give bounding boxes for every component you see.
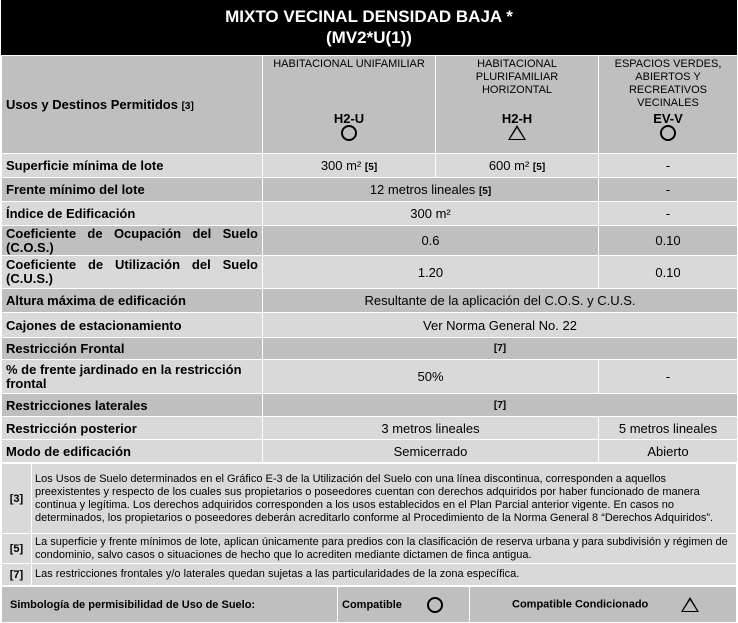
- row-label: Superficie mínima de lote: [1, 153, 263, 178]
- footnote-key: [5]: [1, 533, 32, 564]
- column-ev-v: ESPACIOS VERDES, ABIERTOS Y RECREATIVOS …: [598, 55, 738, 154]
- row-label: Altura máxima de edificación: [1, 288, 263, 313]
- conditioned-triangle-icon: [681, 597, 700, 612]
- compatible-circle-icon: [341, 125, 357, 141]
- table-row: Frente mínimo del lote 12 metros lineale…: [1, 177, 738, 202]
- footnote-key: [7]: [1, 563, 32, 586]
- compatible-circle-icon: [426, 596, 443, 613]
- column-h2-u: HABITACIONAL UNIFAMILIAR H2-U: [262, 55, 436, 154]
- title-line-1: MIXTO VECINAL DENSIDAD BAJA *: [225, 7, 513, 26]
- conditioned-triangle-icon: [508, 125, 526, 140]
- footnotes: [3] Los Usos de Suelo determinados en el…: [1, 463, 737, 586]
- legend: Simbología de permisibilidad de Uso de S…: [1, 586, 737, 623]
- zoning-table: MIXTO VECINAL DENSIDAD BAJA * (MV2*U(1))…: [1, 0, 738, 623]
- row-label: % de frente jardinado en la restricción …: [1, 359, 263, 394]
- cell: 1.20: [262, 255, 599, 289]
- row-label: Cajones de estacionamiento: [1, 312, 263, 338]
- footnote: [7] Las restricciones frontales y/o late…: [1, 563, 737, 586]
- cell: 50%: [262, 359, 599, 394]
- row-label: Coeficiente de Ocupación del Suelo (C.O.…: [1, 225, 263, 256]
- footnote-text: La superficie y frente mínimos de lote, …: [31, 533, 737, 564]
- row-label: Restricción Frontal: [1, 337, 263, 360]
- table-row: Cajones de estacionamiento Ver Norma Gen…: [1, 312, 738, 338]
- title-line-2: (MV2*U(1)): [326, 28, 412, 47]
- table-row: Superficie mínima de lote 300 m² [5] 600…: [1, 153, 738, 178]
- cell: Semicerrado: [262, 439, 599, 463]
- row-label: Modo de edificación: [1, 439, 263, 463]
- table-title: MIXTO VECINAL DENSIDAD BAJA * (MV2*U(1)): [1, 0, 737, 55]
- cell: 3 metros lineales: [262, 416, 599, 440]
- cell: 0.10: [598, 255, 738, 289]
- cell: 300 m² [5]: [262, 153, 436, 178]
- table-row: Altura máxima de edificación Resultante …: [1, 288, 738, 313]
- table-row: Coeficiente de Utilización del Suelo (C.…: [1, 255, 738, 289]
- cell: 5 metros lineales: [598, 416, 738, 440]
- cell: 600 m² [5]: [435, 153, 599, 178]
- table-row: Índice de Edificación 300 m² -: [1, 201, 738, 226]
- cell: Ver Norma General No. 22: [262, 312, 738, 338]
- row-label: Frente mínimo del lote: [1, 177, 263, 202]
- cell: 0.6: [262, 225, 599, 256]
- table-row: Restricciones laterales [7]: [1, 393, 738, 417]
- table-row: Restricción posterior 3 metros lineales …: [1, 416, 738, 440]
- compatible-circle-icon: [660, 125, 676, 141]
- zoning-parameters: Usos y Destinos Permitidos [3] HABITACIO…: [1, 55, 738, 463]
- column-h2-h: HABITACIONAL PLURIFAMILIAR HORIZONTAL H2…: [435, 55, 599, 154]
- row-label: Restricción posterior: [1, 416, 263, 440]
- footnote-key: [3]: [1, 463, 32, 534]
- cell: 0.10: [598, 225, 738, 256]
- legend-label: Simbología de permisibilidad de Uso de S…: [1, 586, 338, 623]
- cell: Abierto: [598, 439, 738, 463]
- cell: Resultante de la aplicación del C.O.S. y…: [262, 288, 738, 313]
- cell: -: [598, 153, 738, 178]
- cell: -: [598, 177, 738, 202]
- legend-compatible: Compatible: [337, 586, 470, 623]
- header-label: Usos y Destinos Permitidos [3]: [1, 55, 263, 154]
- footnote-text: Los Usos de Suelo determinados en el Grá…: [31, 463, 737, 534]
- cell: 12 metros lineales [5]: [262, 177, 599, 202]
- cell: 300 m²: [262, 201, 599, 226]
- legend-conditioned: Compatible Condicionado: [469, 586, 737, 623]
- cell: [7]: [262, 337, 738, 360]
- table-row: % de frente jardinado en la restricción …: [1, 359, 738, 394]
- footnote: [3] Los Usos de Suelo determinados en el…: [1, 463, 737, 534]
- row-label: Coeficiente de Utilización del Suelo (C.…: [1, 255, 263, 289]
- table-row: Restricción Frontal [7]: [1, 337, 738, 360]
- cell: -: [598, 201, 738, 226]
- header-row: Usos y Destinos Permitidos [3] HABITACIO…: [1, 55, 738, 154]
- cell: [7]: [262, 393, 738, 417]
- table-row: Modo de edificación Semicerrado Abierto: [1, 439, 738, 463]
- table-row: Coeficiente de Ocupación del Suelo (C.O.…: [1, 225, 738, 256]
- cell: -: [598, 359, 738, 394]
- footnote-text: Las restricciones frontales y/o laterale…: [31, 563, 737, 586]
- row-label: Índice de Edificación: [1, 201, 263, 226]
- row-label: Restricciones laterales: [1, 393, 263, 417]
- footnote: [5] La superficie y frente mínimos de lo…: [1, 533, 737, 564]
